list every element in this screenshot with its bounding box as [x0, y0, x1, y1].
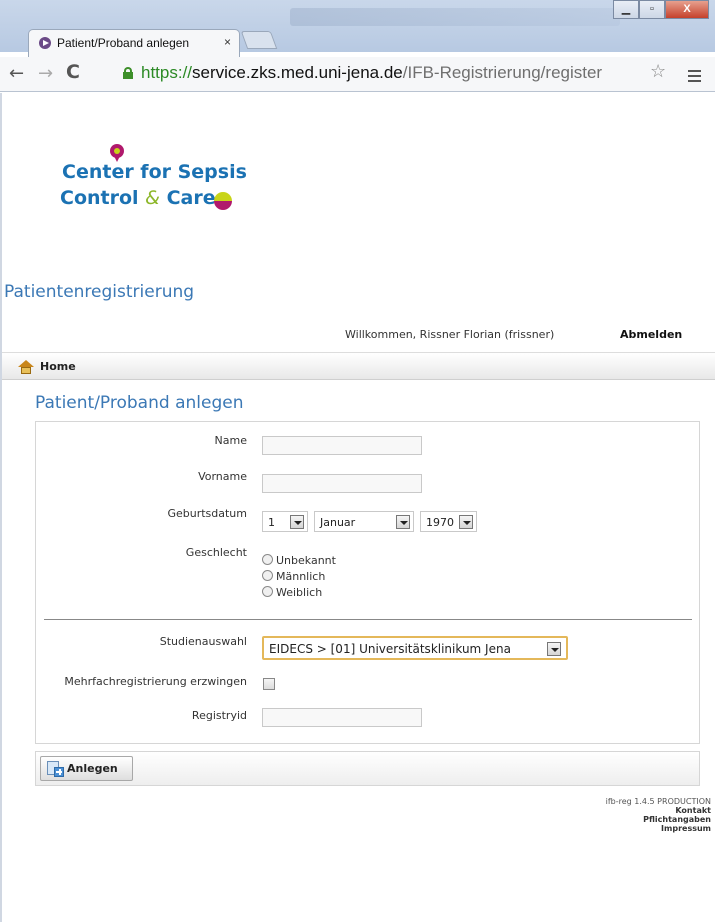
chevron-down-icon [547, 642, 561, 656]
minimize-button[interactable]: ▁ [613, 0, 639, 19]
radio-icon [262, 570, 273, 581]
browser-tab[interactable]: Patient/Proband anlegen × [28, 29, 240, 57]
radio-icon [262, 586, 273, 597]
version-text: ifb-reg 1.4.5 PRODUCTION [605, 797, 711, 806]
footer: ifb-reg 1.4.5 PRODUCTION Kontakt Pflicht… [606, 797, 711, 833]
name-label: Name [214, 434, 247, 447]
back-arrow-icon[interactable]: ← [9, 63, 24, 84]
force-label: Mehrfachregistrierung erzwingen [64, 675, 247, 688]
name-field[interactable] [262, 436, 422, 455]
birth-day-select[interactable]: 1 [262, 511, 308, 532]
url-text[interactable]: https://service.zks.med.uni-jena.de/IFB-… [141, 63, 602, 83]
study-label: Studienauswahl [159, 635, 247, 648]
birth-year-select[interactable]: 1970 [420, 511, 477, 532]
gender-option-male[interactable]: Männlich [262, 570, 325, 583]
create-button[interactable]: Anlegen [40, 756, 133, 781]
breadcrumb: Home [2, 352, 715, 380]
gender-label: Geschlecht [185, 546, 247, 559]
chevron-down-icon [459, 515, 473, 529]
sepsis-center-logo: Center for Sepsis Control & Care [56, 140, 276, 230]
gender-option-female[interactable]: Weiblich [262, 586, 322, 599]
home-link[interactable]: Home [40, 360, 76, 373]
logo-dot-icon [214, 192, 232, 210]
window-controls: ▁ ▫ X [613, 0, 709, 20]
form-divider [44, 619, 692, 620]
browser-toolbar: ← → C https://service.zks.med.uni-jena.d… [0, 57, 715, 92]
maximize-button[interactable]: ▫ [639, 0, 665, 19]
contact-link[interactable]: Kontakt [606, 806, 711, 815]
favicon-icon [39, 37, 51, 49]
mandatory-info-link[interactable]: Pflichtangaben [606, 815, 711, 824]
birthdate-label: Geburtsdatum [167, 507, 247, 520]
logo-pin-icon [110, 144, 124, 162]
registry-label: Registryid [191, 709, 247, 722]
close-window-button[interactable]: X [665, 0, 709, 19]
gender-option-unknown[interactable]: Unbekannt [262, 554, 336, 567]
add-document-icon [47, 761, 64, 777]
new-tab-button[interactable] [240, 31, 278, 49]
tab-close-button[interactable]: × [224, 35, 231, 49]
home-icon[interactable] [18, 360, 34, 374]
menu-icon[interactable] [688, 70, 701, 85]
welcome-text: Willkommen, Rissner Florian (frissner) [345, 328, 555, 341]
app-title: Patientenregistrierung [4, 282, 195, 302]
address-bar[interactable]: https://service.zks.med.uni-jena.de/IFB-… [113, 61, 683, 87]
registry-field[interactable] [262, 708, 422, 727]
reload-icon[interactable]: C [66, 61, 80, 83]
registration-form: Name Vorname Geburtsdatum 1 Januar 1970 … [35, 421, 700, 744]
birth-month-select[interactable]: Januar [314, 511, 414, 532]
background-tabs [290, 8, 620, 26]
page-border [0, 93, 2, 922]
firstname-field[interactable] [262, 474, 422, 493]
logout-link[interactable]: Abmelden [620, 328, 682, 341]
imprint-link[interactable]: Impressum [606, 824, 711, 833]
action-bar: Anlegen [35, 751, 700, 786]
bookmark-star-icon[interactable]: ☆ [650, 61, 666, 82]
force-checkbox[interactable] [263, 678, 275, 690]
lock-icon [123, 67, 133, 79]
forward-arrow-icon[interactable]: → [38, 63, 53, 84]
tab-title: Patient/Proband anlegen [57, 36, 190, 50]
firstname-label: Vorname [198, 470, 247, 483]
chevron-down-icon [396, 515, 410, 529]
page-title: Patient/Proband anlegen [35, 393, 244, 413]
chevron-down-icon [290, 515, 304, 529]
radio-icon [262, 554, 273, 565]
study-select[interactable]: EIDECS > [01] Universitätsklinikum Jena [262, 636, 568, 660]
